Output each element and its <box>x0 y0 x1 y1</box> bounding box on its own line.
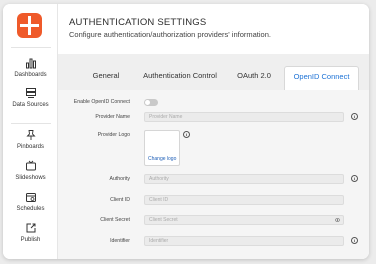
sidebar-divider <box>11 123 51 124</box>
change-logo-link[interactable]: Change logo <box>148 156 176 162</box>
identifier-input[interactable]: Identifier <box>144 236 344 246</box>
eye-icon[interactable] <box>335 218 340 222</box>
pin-icon <box>25 130 36 140</box>
sidebar-divider <box>11 47 51 48</box>
client-secret-placeholder: Client Secret <box>149 217 178 223</box>
identifier-label: Identifier <box>110 238 130 244</box>
tab-openid-connect[interactable]: OpenID Connect <box>284 66 359 90</box>
tab-general[interactable]: General <box>78 66 134 90</box>
sidebar-item-label: Publish <box>20 237 41 243</box>
identifier-info-icon[interactable]: i <box>351 237 358 244</box>
share-icon <box>26 223 35 233</box>
bar-chart-icon <box>25 58 36 69</box>
sidebar-item-data-sources[interactable]: Data Sources <box>3 87 58 108</box>
provider-logo-info-icon[interactable]: i <box>183 131 190 138</box>
client-id-input[interactable]: Client ID <box>144 195 344 205</box>
tv-icon <box>25 160 36 171</box>
app-logo[interactable] <box>17 13 42 38</box>
client-secret-input[interactable]: Client Secret <box>144 215 344 225</box>
tabs-bar: General Authentication Control OAuth 2.0… <box>58 54 369 90</box>
provider-name-label: Provider Name <box>95 114 130 120</box>
enable-openid-label: Enable OpenID Connect <box>73 99 130 105</box>
client-secret-label: Client Secret <box>100 217 130 223</box>
sidebar-item-label: Schedules <box>16 206 45 212</box>
provider-name-info-icon[interactable]: i <box>351 113 358 120</box>
calendar-icon <box>25 193 36 202</box>
client-id-label: Client ID <box>110 197 130 203</box>
enable-openid-toggle[interactable] <box>144 99 158 106</box>
sidebar-item-slideshows[interactable]: Slideshows <box>3 160 58 181</box>
provider-name-input[interactable]: Provider Name <box>144 112 344 122</box>
app-window: Dashboards Data Sources Pinboards Slides… <box>3 4 369 259</box>
authority-input[interactable]: Authority <box>144 174 344 184</box>
tab-authentication-control[interactable]: Authentication Control <box>134 66 226 90</box>
page-header: AUTHENTICATION SETTINGS Configure authen… <box>58 4 369 54</box>
sidebar-item-label: Data Sources <box>12 102 49 108</box>
sidebar: Dashboards Data Sources Pinboards Slides… <box>3 4 58 259</box>
page-subtitle: Configure authentication/authorization p… <box>69 30 271 39</box>
authority-label: Authority <box>109 176 130 182</box>
sidebar-item-label: Dashboards <box>14 72 47 78</box>
page-title: AUTHENTICATION SETTINGS <box>69 17 207 28</box>
authority-info-icon[interactable]: i <box>351 175 358 182</box>
provider-logo-label: Provider Logo <box>97 132 130 138</box>
sidebar-item-pinboards[interactable]: Pinboards <box>3 129 58 150</box>
sidebar-item-label: Pinboards <box>16 144 45 150</box>
sidebar-item-publish[interactable]: Publish <box>3 222 58 243</box>
sidebar-item-label: Slideshows <box>15 175 46 181</box>
database-icon <box>25 88 36 98</box>
sidebar-item-dashboards[interactable]: Dashboards <box>3 57 58 78</box>
openid-form: Enable OpenID Connect Provider Name Prov… <box>58 90 369 259</box>
sidebar-item-schedules[interactable]: Schedules <box>3 191 58 212</box>
tab-oauth[interactable]: OAuth 2.0 <box>226 66 282 90</box>
